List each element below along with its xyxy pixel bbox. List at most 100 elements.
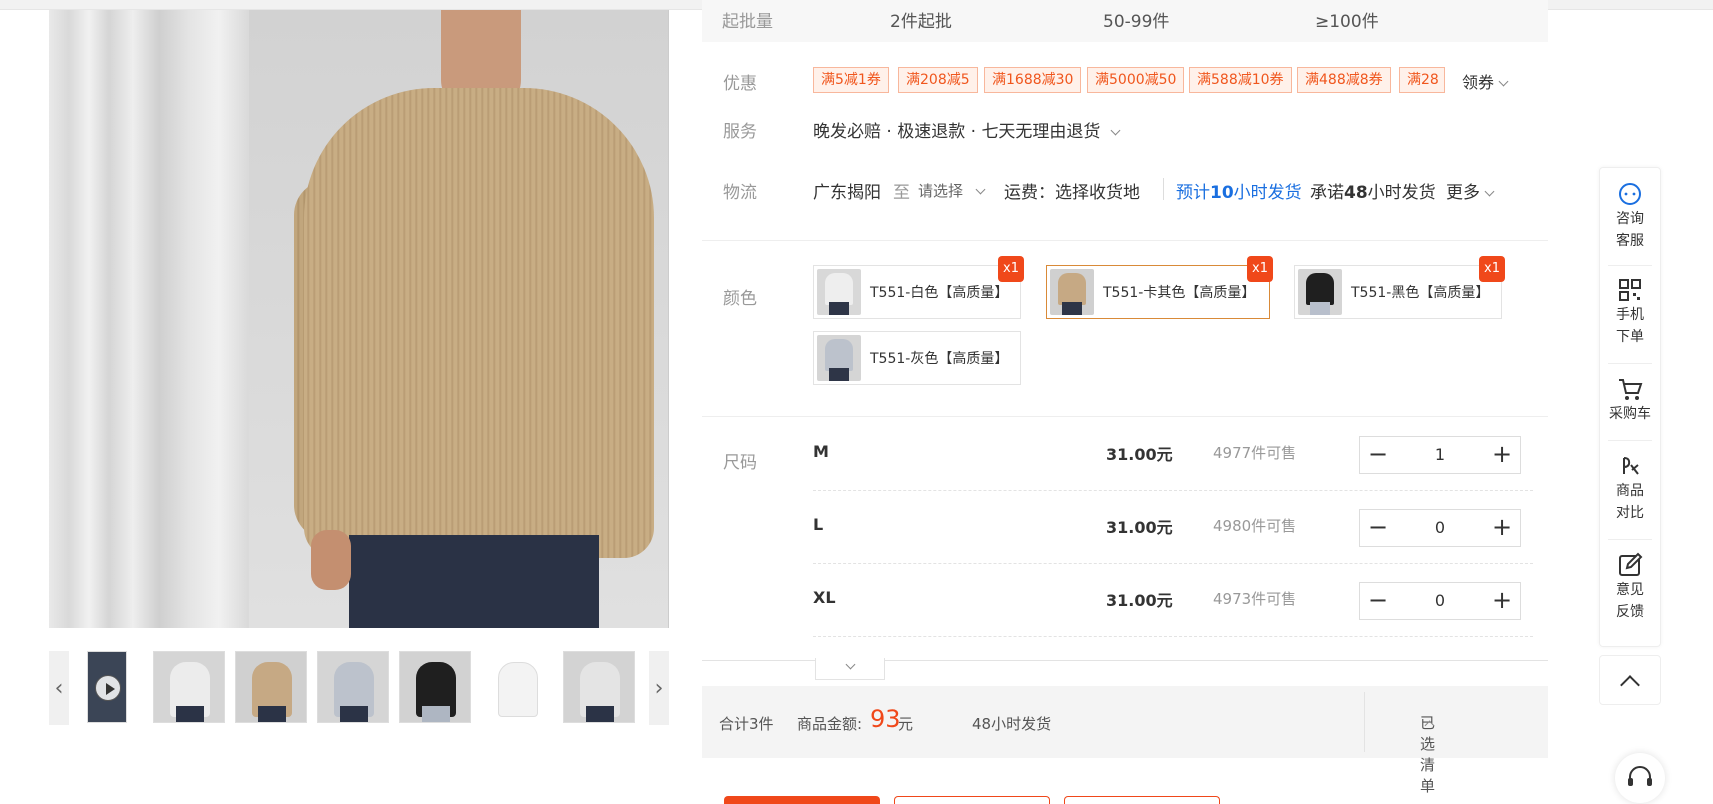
expand-sizes-toggle[interactable] (815, 658, 885, 680)
thumb-black[interactable] (399, 651, 471, 723)
add-to-cart-button[interactable] (894, 796, 1050, 804)
help-button[interactable] (1615, 753, 1665, 803)
thumbnail-strip: ‹ › (49, 651, 669, 725)
logistics-more-label: 更多 (1446, 183, 1480, 203)
thumb-video[interactable] (87, 651, 127, 723)
size-label: 尺码 (723, 453, 757, 473)
size-row-xl: XL 31.00元 4973件可售 − 0 + (813, 564, 1533, 637)
image-pants (349, 535, 599, 628)
thumb-khaki[interactable] (235, 651, 307, 723)
sidebar-label: 意见 (1616, 582, 1644, 598)
size-name: L (813, 515, 824, 534)
size-row-l: L 31.00元 4980件可售 − 0 + (813, 491, 1533, 564)
ship-time: 48小时发货 (972, 715, 1052, 733)
color-swatch (817, 269, 861, 315)
thumb-prev-arrow[interactable]: ‹ (49, 651, 69, 725)
increase-button[interactable]: + (1484, 437, 1520, 473)
coupon-5[interactable]: 满588减10券 (1189, 67, 1292, 93)
quantity-badge: x1 (1247, 256, 1273, 282)
moq-label: 起批量 (722, 12, 773, 32)
color-option-black[interactable]: T551-黑色【高质量】 x1 (1294, 256, 1505, 319)
size-name: XL (813, 588, 836, 607)
service-item-1: 晚发必赔 (813, 122, 881, 142)
promise-hours: 48 (1344, 183, 1368, 203)
sidebar-cart[interactable]: 采购车 (1600, 375, 1660, 425)
coupon-3[interactable]: 满1688减30 (984, 67, 1082, 93)
coupon-7[interactable]: 满28 (1399, 67, 1445, 93)
decrease-button[interactable]: − (1360, 583, 1396, 619)
sidebar-label: 客服 (1616, 233, 1644, 249)
sidebar-label: 商品 (1616, 483, 1644, 499)
quantity-badge: x1 (1479, 256, 1505, 282)
quantity-input[interactable]: 1 (1396, 437, 1484, 473)
decrease-button[interactable]: − (1360, 510, 1396, 546)
coupon-1[interactable]: 满5减1券 (813, 67, 889, 93)
amount-unit: 元 (898, 715, 914, 733)
increase-button[interactable]: + (1484, 583, 1520, 619)
color-option-white[interactable]: T551-白色【高质量】 x1 (813, 256, 1024, 319)
sidebar-feedback[interactable]: 意见 反馈 (1600, 551, 1660, 623)
product-main-image[interactable] (49, 10, 669, 628)
quantity-input[interactable]: 0 (1396, 510, 1484, 546)
service-item-2: 极速退款 (897, 122, 966, 142)
amount-label: 商品金额: (797, 715, 863, 733)
buy-now-button[interactable] (724, 796, 880, 804)
coupon-4[interactable]: 满5000减50 (1087, 67, 1185, 93)
service-list[interactable]: 晚发必赔 · 极速退款 · 七天无理由退货 (813, 117, 1121, 142)
color-swatch (817, 335, 861, 381)
thumb-flat-white[interactable] (481, 651, 553, 723)
moq-tier-2: 50-99件 (1103, 12, 1170, 32)
color-option-gray[interactable]: T551-灰色【高质量】 (813, 331, 1021, 385)
quantity-badge: x1 (998, 256, 1024, 282)
quantity-stepper[interactable]: − 0 + (1359, 582, 1521, 620)
estimate-suffix: 小时发货 (1233, 183, 1302, 203)
chat-icon (1619, 183, 1641, 205)
sidebar-divider (1608, 440, 1652, 441)
sidebar-mobile-order[interactable]: 手机 下单 (1600, 276, 1660, 348)
logistics-more-button[interactable]: 更多 (1446, 178, 1495, 203)
quantity-stepper[interactable]: − 0 + (1359, 509, 1521, 547)
section-divider (702, 240, 1548, 241)
sidebar-label: 对比 (1616, 505, 1644, 521)
floating-sidebar: 咨询 客服 手机 下单 采购车 商品 对比 意见 反馈 (1599, 167, 1661, 647)
sidebar-customer-service[interactable]: 咨询 客服 (1600, 180, 1660, 252)
service-separator-2: · (970, 122, 977, 142)
promise-ship: 承诺48小时发货 (1310, 178, 1436, 203)
destination-select[interactable]: 请选择 (918, 180, 986, 201)
moq-row: 起批量 2件起批 50-99件 ≥100件 (702, 0, 1548, 42)
compare-icon (1623, 457, 1639, 475)
play-icon (95, 675, 121, 701)
summary-divider (1364, 692, 1365, 752)
decrease-button[interactable]: − (1360, 437, 1396, 473)
sidebar-divider (1608, 363, 1652, 364)
sidebar-divider (1608, 539, 1652, 540)
chevron-up-icon (1620, 675, 1640, 695)
service-item-3: 七天无理由退货 (981, 122, 1101, 142)
color-name: T551-白色【高质量】 (870, 285, 1009, 301)
service-separator-1: · (886, 122, 892, 142)
logistics-origin: 广东揭阳 (813, 183, 881, 203)
get-coupon-button[interactable]: 领券 (1462, 69, 1509, 93)
chevron-down-icon (845, 659, 855, 670)
sidebar-compare[interactable]: 商品 对比 (1600, 452, 1660, 524)
quantity-input[interactable]: 0 (1396, 583, 1484, 619)
selected-list-toggle[interactable]: 已选清单 (1420, 712, 1435, 795)
coupon-6[interactable]: 满488减8券 (1297, 67, 1391, 93)
logistics-divider (1163, 178, 1164, 200)
color-label: 颜色 (723, 289, 757, 309)
color-option-khaki[interactable]: T551-卡其色【高质量】 x1 (1046, 256, 1273, 319)
image-curtain (49, 10, 249, 628)
coupon-2[interactable]: 满208减5 (898, 67, 978, 93)
thumb-white[interactable] (153, 651, 225, 723)
promise-prefix: 承诺 (1310, 183, 1344, 203)
secondary-action-button[interactable] (1064, 796, 1220, 804)
thumb-next-arrow[interactable]: › (649, 651, 669, 725)
back-to-top-button[interactable] (1599, 655, 1661, 705)
size-price: 31.00元 (1106, 518, 1173, 537)
increase-button[interactable]: + (1484, 510, 1520, 546)
thumb-gray[interactable] (317, 651, 389, 723)
thumb-white-2[interactable] (563, 651, 635, 723)
quantity-stepper[interactable]: − 1 + (1359, 436, 1521, 474)
sidebar-label: 下单 (1616, 329, 1644, 345)
estimate-hours: 10 (1210, 183, 1234, 203)
